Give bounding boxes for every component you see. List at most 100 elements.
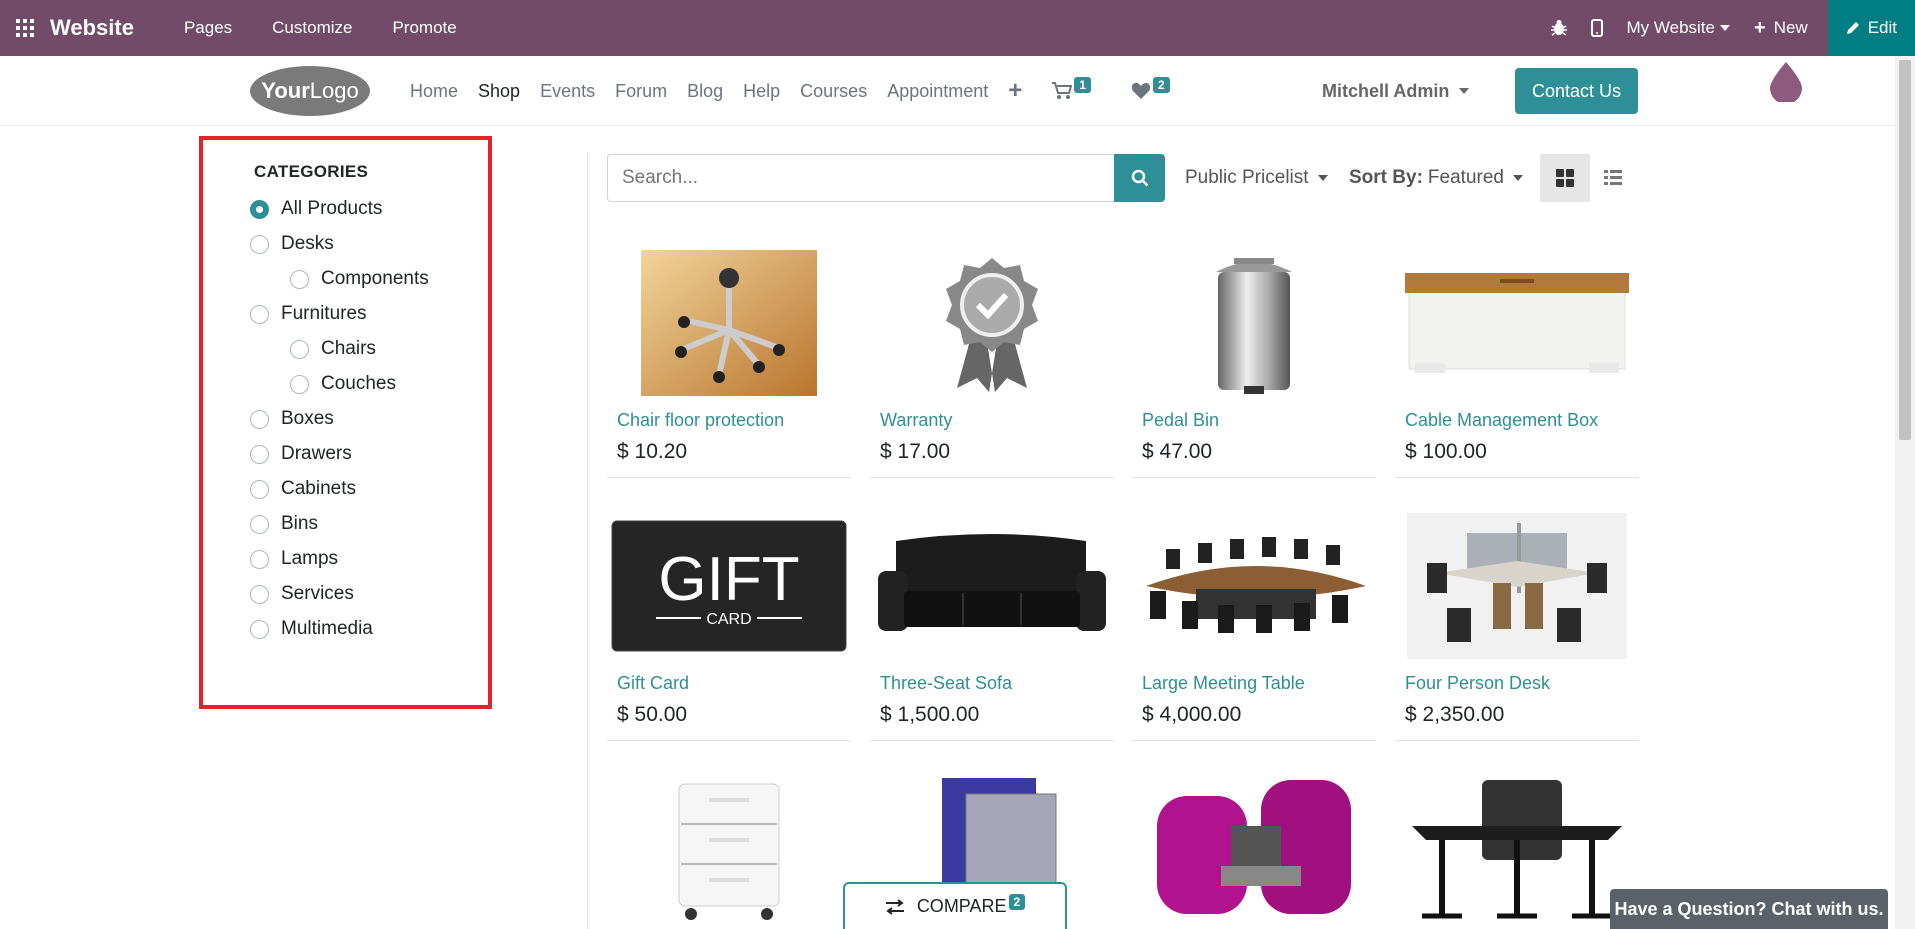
product-image-standing-desk[interactable] <box>1395 774 1639 924</box>
product-card[interactable]: Chair floor protection $ 10.20 <box>607 240 851 478</box>
product-name[interactable]: Cable Management Box <box>1405 410 1598 431</box>
radio[interactable] <box>250 549 269 569</box>
menu-promote[interactable]: Promote <box>392 18 456 38</box>
category-desks[interactable]: Desks <box>250 233 334 255</box>
product-card[interactable]: Large Meeting Table $ 4,000.00 <box>1132 503 1376 741</box>
category-chairs[interactable]: Chairs <box>290 338 376 360</box>
category-drawers[interactable]: Drawers <box>250 443 352 465</box>
radio[interactable] <box>250 619 269 639</box>
radio[interactable] <box>290 269 309 289</box>
product-name[interactable]: Pedal Bin <box>1142 410 1219 431</box>
product-card[interactable]: Pedal Bin $ 47.00 <box>1132 240 1376 478</box>
radio[interactable] <box>250 479 269 499</box>
category-couches[interactable]: Couches <box>290 373 396 395</box>
product-card[interactable]: Cable Management Box $ 100.00 <box>1395 240 1639 478</box>
debug-bug-icon[interactable] <box>1550 19 1567 37</box>
website-selector[interactable]: My Website <box>1627 18 1730 38</box>
contact-us-button[interactable]: Contact Us <box>1515 68 1638 114</box>
product-card[interactable] <box>607 766 851 926</box>
edit-button[interactable]: Edit <box>1827 0 1915 56</box>
apps-menu-icon[interactable] <box>0 18 50 38</box>
radio[interactable] <box>250 444 269 464</box>
category-bins[interactable]: Bins <box>250 513 318 535</box>
product-image-chair-floor-protection[interactable] <box>607 248 851 398</box>
menu-customize[interactable]: Customize <box>272 18 352 38</box>
product-image-gift-card[interactable]: GIFT CARD <box>607 511 851 661</box>
nav-link-events[interactable]: Events <box>540 81 595 102</box>
new-button[interactable]: + New <box>1754 17 1808 40</box>
live-chat-button[interactable]: Have a Question? Chat with us. <box>1610 889 1888 929</box>
product-image-booth[interactable] <box>1132 774 1376 924</box>
search-icon <box>1131 169 1148 187</box>
radio[interactable] <box>250 304 269 324</box>
category-services[interactable]: Services <box>250 583 354 605</box>
product-name[interactable]: Three-Seat Sofa <box>880 673 1012 694</box>
add-menu-plus-icon[interactable]: + <box>1008 77 1022 105</box>
logo-text-logo: Logo <box>309 78 359 103</box>
nav-link-forum[interactable]: Forum <box>615 81 667 102</box>
category-cabinets[interactable]: Cabinets <box>250 478 356 500</box>
category-all-products[interactable]: All Products <box>250 198 382 220</box>
logo-text-your: Your <box>261 78 310 103</box>
site-logo[interactable]: Your Logo <box>250 66 370 116</box>
list-view-button[interactable] <box>1590 154 1635 202</box>
user-name: Mitchell Admin <box>1322 80 1450 101</box>
product-name[interactable]: Gift Card <box>617 673 689 694</box>
product-card[interactable]: Four Person Desk $ 2,350.00 <box>1395 503 1639 741</box>
nav-link-help[interactable]: Help <box>743 81 780 102</box>
user-menu[interactable]: Mitchell Admin <box>1322 56 1470 126</box>
product-image-large-meeting-table[interactable] <box>1132 511 1376 661</box>
category-label: Chairs <box>321 338 376 359</box>
radio[interactable] <box>250 234 269 254</box>
sort-value: Featured <box>1427 167 1504 188</box>
menu-pages[interactable]: Pages <box>184 18 232 38</box>
category-multimedia[interactable]: Multimedia <box>250 618 373 640</box>
product-name[interactable]: Large Meeting Table <box>1142 673 1305 694</box>
product-image-three-seat-sofa[interactable] <box>870 511 1114 661</box>
category-furnitures[interactable]: Furnitures <box>250 303 367 325</box>
product-card[interactable] <box>1395 766 1639 926</box>
nav-link-shop[interactable]: Shop <box>478 81 520 102</box>
radio[interactable] <box>290 374 309 394</box>
radio[interactable] <box>250 409 269 429</box>
nav-link-courses[interactable]: Courses <box>800 81 867 102</box>
product-image-pedal-bin[interactable] <box>1132 248 1376 398</box>
product-card[interactable] <box>1132 766 1376 926</box>
nav-link-blog[interactable]: Blog <box>687 81 723 102</box>
wishlist-count-badge: 2 <box>1152 77 1170 93</box>
grid-view-button[interactable] <box>1540 154 1590 202</box>
wishlist-button[interactable]: 2 <box>1131 77 1170 100</box>
compare-button[interactable]: COMPARE 2 <box>843 882 1067 929</box>
product-price: $ 47.00 <box>1142 440 1213 463</box>
radio[interactable] <box>250 584 269 604</box>
droplet-icon[interactable] <box>1770 62 1802 107</box>
category-lamps[interactable]: Lamps <box>250 548 338 570</box>
product-name[interactable]: Chair floor protection <box>617 410 784 431</box>
cart-button[interactable]: 1 <box>1052 77 1091 100</box>
product-card[interactable]: Warranty $ 17.00 <box>870 240 1114 478</box>
sort-dropdown[interactable]: Sort By: Featured <box>1349 154 1523 202</box>
product-image-cable-management-box[interactable] <box>1395 248 1639 398</box>
product-name[interactable]: Warranty <box>880 410 952 431</box>
admin-bar: Website Pages Customize Promote My Websi… <box>0 0 1915 56</box>
mobile-preview-icon[interactable] <box>1590 19 1603 37</box>
category-components[interactable]: Components <box>290 268 429 290</box>
product-image-four-person-desk[interactable] <box>1405 511 1629 661</box>
app-brand[interactable]: Website <box>50 15 134 41</box>
pencil-icon <box>1846 22 1859 34</box>
search-input[interactable] <box>607 154 1115 202</box>
product-image-warranty[interactable] <box>870 248 1114 398</box>
product-card[interactable]: Three-Seat Sofa $ 1,500.00 <box>870 503 1114 741</box>
product-name[interactable]: Four Person Desk <box>1405 673 1550 694</box>
radio[interactable] <box>250 514 269 534</box>
nav-link-home[interactable]: Home <box>410 81 458 102</box>
product-card[interactable]: GIFT CARD Gift Card $ 50.00 <box>607 503 851 741</box>
search-button[interactable] <box>1114 154 1165 202</box>
pricelist-dropdown[interactable]: Public Pricelist <box>1185 154 1328 202</box>
page-scrollbar-thumb[interactable] <box>1899 60 1911 440</box>
radio-selected[interactable] <box>250 199 269 219</box>
radio[interactable] <box>290 339 309 359</box>
product-image-drawer-unit[interactable] <box>607 774 851 924</box>
nav-link-appointment[interactable]: Appointment <box>887 81 988 102</box>
category-boxes[interactable]: Boxes <box>250 408 334 430</box>
